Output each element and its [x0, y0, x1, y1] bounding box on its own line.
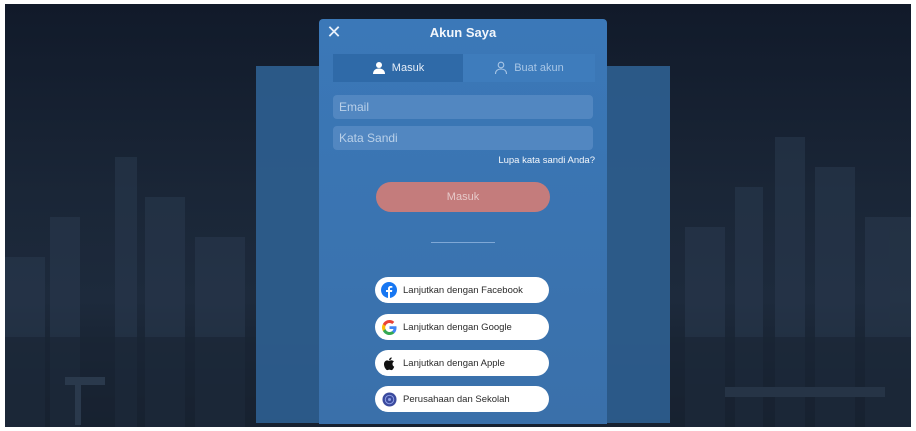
social-label: Lanjutkan dengan Facebook — [403, 284, 523, 296]
apple-icon — [381, 355, 397, 371]
facebook-login-button[interactable]: Lanjutkan dengan Facebook — [375, 277, 549, 303]
social-label: Perusahaan dan Sekolah — [403, 393, 510, 405]
user-outline-icon — [495, 61, 508, 75]
institution-icon — [381, 391, 397, 407]
email-input[interactable] — [333, 95, 593, 119]
user-filled-icon — [372, 62, 385, 74]
password-input[interactable] — [333, 126, 593, 150]
auth-tabs: Masuk Buat akun — [333, 54, 595, 82]
google-login-button[interactable]: Lanjutkan dengan Google — [375, 314, 549, 340]
modal-title: Akun Saya — [429, 25, 497, 40]
tab-label: Buat akun — [514, 62, 564, 74]
tab-label: Masuk — [391, 62, 425, 74]
tab-buat-akun[interactable]: Buat akun — [463, 54, 595, 82]
account-modal: ✕ Akun Saya Masuk Buat akun Lupa kata sa… — [319, 19, 607, 424]
tab-masuk[interactable]: Masuk — [333, 54, 463, 82]
facebook-icon — [381, 282, 397, 298]
social-label: Lanjutkan dengan Apple — [403, 357, 505, 369]
social-label: Lanjutkan dengan Google — [403, 321, 512, 333]
login-button-label: Masuk — [446, 191, 480, 203]
institution-login-button[interactable]: Perusahaan dan Sekolah — [375, 386, 549, 412]
forgot-password-link[interactable]: Lupa kata sandi Anda? — [498, 155, 595, 166]
apple-login-button[interactable]: Lanjutkan dengan Apple — [375, 350, 549, 376]
divider — [431, 242, 495, 243]
login-button[interactable]: Masuk — [376, 182, 550, 212]
google-icon — [381, 319, 397, 335]
